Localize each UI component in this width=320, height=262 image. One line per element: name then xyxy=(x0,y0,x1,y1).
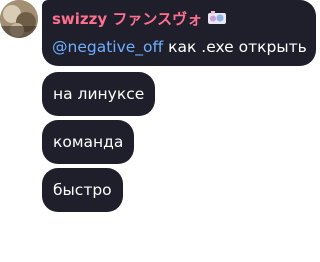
message-text: @negative_off как .exe открыть xyxy=(52,37,316,57)
message-text: на линуксе xyxy=(53,85,145,103)
message-header: swizzy ファンスヴォ xyxy=(52,8,316,28)
message-text-body: как .exe открыть xyxy=(163,38,307,56)
message-bubble[interactable]: на линуксе xyxy=(42,72,156,116)
message-bubble[interactable]: команда xyxy=(42,120,135,164)
message-bubble[interactable]: быстро xyxy=(42,168,123,212)
user-mention[interactable]: @negative_off xyxy=(52,38,163,56)
message-bubble[interactable]: swizzy ファンスヴォ @negative_off как .exe отк… xyxy=(42,0,316,66)
avatar-image xyxy=(0,0,38,38)
message-text: команда xyxy=(53,133,124,151)
author-name[interactable]: swizzy ファンスヴォ xyxy=(52,8,202,29)
emoji-badge-icon xyxy=(207,10,227,26)
avatar[interactable] xyxy=(0,0,38,38)
message-text: быстро xyxy=(53,181,112,199)
